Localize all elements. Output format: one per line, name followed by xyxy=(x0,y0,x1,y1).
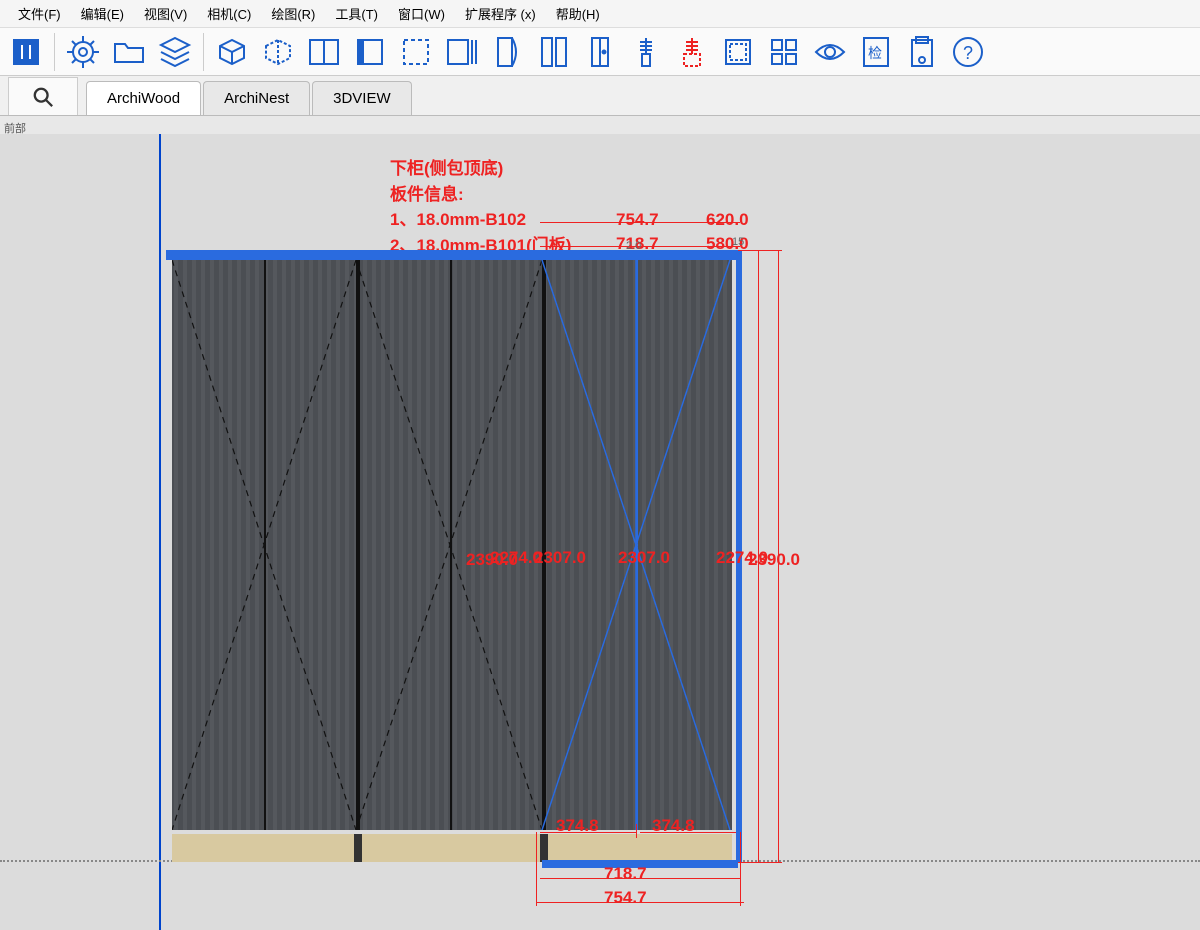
dim-bottom-sec2: 374.8 xyxy=(652,816,695,836)
tool-region-icon[interactable] xyxy=(716,30,760,74)
tool-eye-icon[interactable] xyxy=(808,30,852,74)
menu-bar: 文件(F) 编辑(E) 视图(V) 相机(C) 绘图(R) 工具(T) 窗口(W… xyxy=(0,0,1200,28)
tool-door1-icon[interactable] xyxy=(486,30,530,74)
tool-box-icon[interactable] xyxy=(210,30,254,74)
tool-clipboard-icon[interactable] xyxy=(900,30,944,74)
tool-gear-icon[interactable] xyxy=(61,30,105,74)
menu-extensions[interactable]: 扩展程序 (x) xyxy=(455,0,546,27)
dim-ext xyxy=(636,824,637,838)
svg-text:?: ? xyxy=(963,43,973,63)
info-panel-1: 1、18.0mm-B102 xyxy=(390,207,571,233)
tool-grid-icon[interactable] xyxy=(762,30,806,74)
tool-align-icon[interactable] xyxy=(440,30,484,74)
tool-hardware-active-icon[interactable] xyxy=(670,30,714,74)
dim-bottom-outer: 754.7 xyxy=(604,888,647,908)
menu-draw[interactable]: 绘图(R) xyxy=(261,0,325,27)
tool-layers-icon[interactable] xyxy=(153,30,197,74)
tool-split-icon[interactable] xyxy=(302,30,346,74)
plinth-gap xyxy=(540,834,548,862)
dim-top-outer2: 620.0 xyxy=(706,210,749,230)
tool-home-icon[interactable] xyxy=(4,30,48,74)
tool-front-icon[interactable] xyxy=(348,30,392,74)
plinth-gap xyxy=(354,834,362,862)
info-title: 下柜(侧包顶底) xyxy=(390,156,571,182)
menu-window[interactable]: 窗口(W) xyxy=(388,0,455,27)
dim-ext xyxy=(536,832,537,906)
dim-tiny-1: 2.0 xyxy=(626,240,641,252)
cabinet-dash-overlay xyxy=(172,260,732,830)
tool-hardware-icon[interactable] xyxy=(624,30,668,74)
svg-text:检: 检 xyxy=(868,45,882,61)
dim-ext xyxy=(740,832,741,906)
dim-mid2: 2307.0 xyxy=(618,548,670,568)
info-panel-header: 板件信息: xyxy=(390,182,571,208)
tool-open-icon[interactable] xyxy=(107,30,151,74)
menu-file[interactable]: 文件(F) xyxy=(8,0,71,27)
tool-box-dashed-icon[interactable] xyxy=(256,30,300,74)
menu-edit[interactable]: 编辑(E) xyxy=(71,0,134,27)
tab-archinest[interactable]: ArchiNest xyxy=(203,81,310,115)
toolbar: 检 ? xyxy=(0,28,1200,76)
search-button[interactable] xyxy=(8,77,78,115)
tool-door3-icon[interactable] xyxy=(578,30,622,74)
menu-help[interactable]: 帮助(H) xyxy=(546,0,610,27)
search-icon xyxy=(32,86,54,108)
viewport-3d[interactable]: 下柜(侧包顶底) 板件信息: 1、18.0mm-B102 2、18.0mm-B1… xyxy=(0,134,1200,930)
dim-ext xyxy=(738,250,782,251)
menu-view[interactable]: 视图(V) xyxy=(134,0,197,27)
dim-ext xyxy=(738,862,782,863)
tool-select-rect-icon[interactable] xyxy=(394,30,438,74)
dim-top-outer: 754.7 xyxy=(616,210,659,230)
menu-camera[interactable]: 相机(C) xyxy=(197,0,261,27)
tool-help-icon[interactable]: ? xyxy=(946,30,990,74)
axis-vertical xyxy=(159,134,161,930)
dim-mid1: 2307.0 xyxy=(534,548,586,568)
cabinet-body xyxy=(172,260,732,830)
dim-bottom-sec1: 374.8 xyxy=(556,816,599,836)
tool-inspect-icon[interactable]: 检 xyxy=(854,30,898,74)
tab-3dview[interactable]: 3DVIEW xyxy=(312,81,412,115)
tool-door2-icon[interactable] xyxy=(532,30,576,74)
dim-right-inner: 2274.0 xyxy=(716,548,768,568)
tabs-row: ArchiWood ArchiNest 3DVIEW xyxy=(0,76,1200,116)
dim-bottom-inner: 718.7 xyxy=(604,864,647,884)
cabinet-plinth xyxy=(172,834,732,862)
tab-archiwood[interactable]: ArchiWood xyxy=(86,81,201,115)
menu-tools[interactable]: 工具(T) xyxy=(325,0,388,27)
dim-tiny-2: 15 xyxy=(732,236,744,248)
